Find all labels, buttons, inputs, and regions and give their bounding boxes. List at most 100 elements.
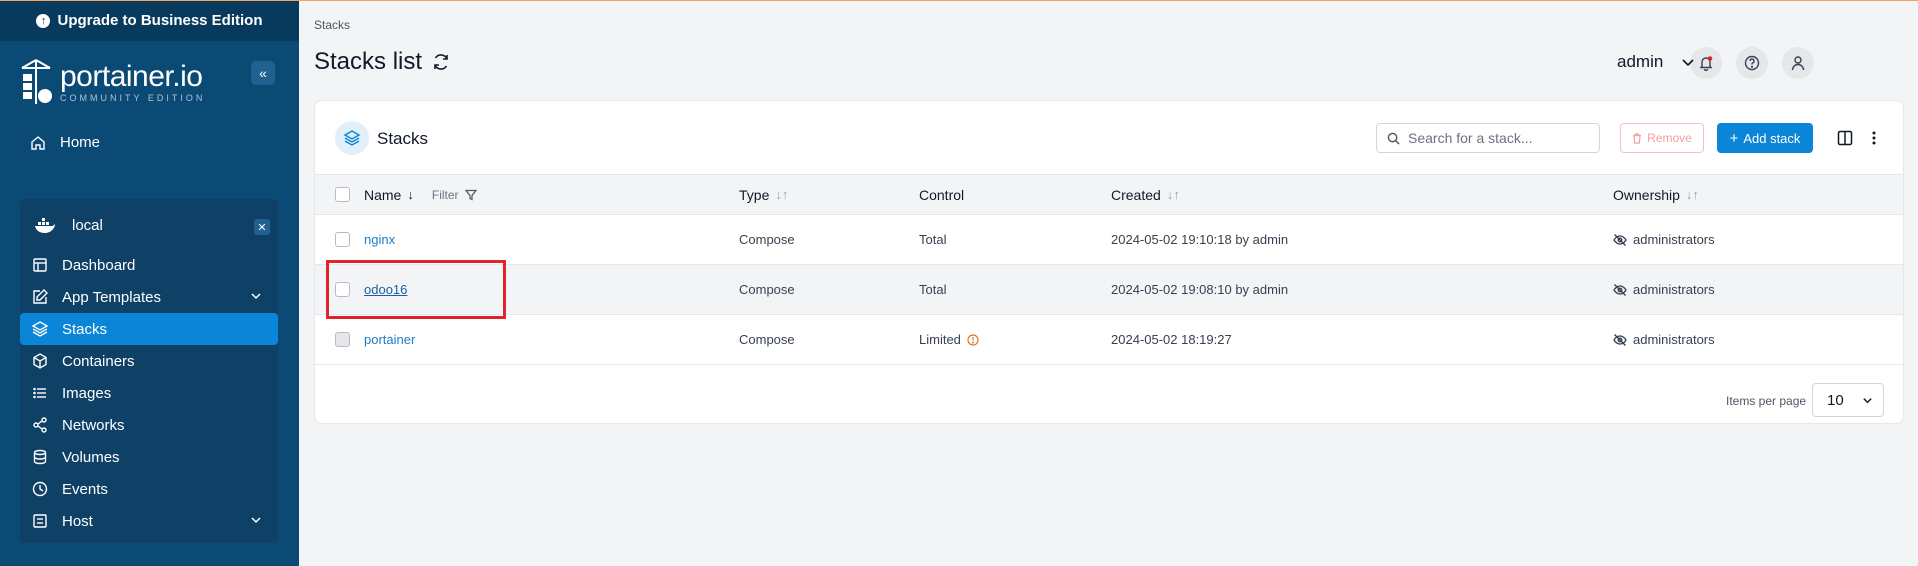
- brand-edition: COMMUNITY EDITION: [60, 92, 206, 103]
- items-per-page-select[interactable]: 10: [1812, 383, 1884, 417]
- sidebar-item-label: Volumes: [62, 448, 120, 466]
- column-created[interactable]: Created ↓↑: [1111, 175, 1180, 214]
- items-per-page-label: Items per page: [1726, 394, 1807, 408]
- list-icon: [33, 387, 46, 399]
- column-created-label: Created: [1111, 186, 1161, 203]
- alert-circle-icon: [967, 333, 979, 346]
- stack-created: 2024-05-02 19:08:10 by admin: [1111, 282, 1289, 297]
- row-checkbox[interactable]: [335, 232, 350, 247]
- docker-icon: [35, 217, 55, 233]
- stack-type: Compose: [739, 232, 795, 247]
- upgrade-label: Upgrade to Business Edition: [57, 12, 263, 29]
- sidebar-item-events[interactable]: Events: [20, 473, 278, 505]
- sidebar-item-label: Images: [62, 384, 112, 402]
- sidebar-item-containers[interactable]: Containers: [20, 345, 278, 377]
- brand-name: portainer.io: [60, 59, 203, 93]
- eye-off-icon: [1613, 233, 1627, 246]
- column-type-label: Type: [739, 186, 770, 203]
- add-stack-button[interactable]: + Add stack: [1717, 123, 1813, 153]
- sort-icon: ↓↑: [1685, 187, 1699, 202]
- search-icon: [1387, 132, 1400, 145]
- sort-icon: ↓↑: [1166, 187, 1180, 202]
- sidebar-item-images[interactable]: Images: [20, 377, 278, 409]
- sort-icon: ↓↑: [775, 187, 789, 202]
- stack-ownership: administrators: [1633, 332, 1715, 347]
- column-name-label: Name: [364, 186, 402, 203]
- more-vertical-icon[interactable]: [1871, 130, 1877, 146]
- search-input[interactable]: [1408, 130, 1588, 146]
- host-icon: [33, 514, 47, 528]
- stack-ownership: administrators: [1633, 282, 1715, 297]
- stack-ownership: administrators: [1633, 232, 1715, 247]
- row-checkbox[interactable]: [335, 332, 350, 347]
- bell-icon: [1699, 56, 1713, 71]
- close-environment-button[interactable]: ✕: [254, 219, 270, 235]
- user-icon: [1791, 56, 1805, 71]
- filter-icon[interactable]: [464, 189, 477, 201]
- chevrons-left-icon: «: [259, 65, 267, 81]
- filter-label[interactable]: Filter: [432, 188, 459, 202]
- items-per-page-value: 10: [1827, 391, 1844, 409]
- help-button[interactable]: [1736, 47, 1768, 79]
- clock-icon: [32, 481, 48, 497]
- sidebar-item-label: Containers: [62, 352, 135, 370]
- stack-name-link[interactable]: nginx: [364, 232, 395, 247]
- stack-created: 2024-05-02 18:19:27: [1111, 332, 1232, 347]
- layers-icon: [32, 321, 48, 337]
- sidebar-item-volumes[interactable]: Volumes: [20, 441, 278, 473]
- sidebar-item-home[interactable]: Home: [30, 134, 100, 151]
- table-header: Name ↓ Filter Type ↓↑ Control Created ↓↑…: [315, 175, 1903, 215]
- environment-panel: local ✕ Dashboard App Templates Stacks C…: [20, 199, 278, 543]
- sidebar-item-label: Host: [62, 512, 93, 530]
- eye-off-icon: [1613, 333, 1627, 346]
- column-ownership[interactable]: Ownership ↓↑: [1613, 175, 1699, 214]
- search-box: [1376, 123, 1600, 153]
- share-icon: [33, 417, 47, 433]
- table-row: nginx Compose Total 2024-05-02 19:10:18 …: [315, 215, 1903, 265]
- box-icon: [33, 353, 47, 369]
- chevron-down-icon: [251, 517, 261, 524]
- page-title-text: Stacks list: [314, 48, 423, 75]
- sidebar-item-host[interactable]: Host: [20, 505, 278, 537]
- select-all-checkbox[interactable]: [335, 187, 350, 202]
- stacks-card: Stacks Remove + Add stack Name ↓: [314, 100, 1904, 424]
- stack-type: Compose: [739, 332, 795, 347]
- sidebar-item-networks[interactable]: Networks: [20, 409, 278, 441]
- chevron-down-icon: [251, 293, 261, 300]
- select-all-cell: [335, 175, 350, 214]
- column-type[interactable]: Type ↓↑: [739, 175, 788, 214]
- trash-icon: [1633, 132, 1642, 144]
- user-name[interactable]: admin: [1617, 52, 1663, 72]
- column-control-label: Control: [919, 186, 965, 203]
- help-icon: [1744, 55, 1760, 71]
- collapse-sidebar-button[interactable]: «: [251, 61, 275, 85]
- highlight-box: [326, 260, 506, 319]
- eye-off-icon: [1613, 283, 1627, 296]
- home-icon: [31, 135, 45, 150]
- database-icon: [33, 449, 47, 465]
- remove-button[interactable]: Remove: [1620, 123, 1704, 153]
- column-name[interactable]: Name ↓ Filter: [364, 175, 477, 214]
- environment-nav: Dashboard App Templates Stacks Container…: [20, 249, 278, 537]
- columns-icon[interactable]: [1837, 130, 1853, 146]
- stack-type: Compose: [739, 282, 795, 297]
- breadcrumb[interactable]: Stacks: [314, 18, 350, 32]
- environment-header[interactable]: local: [34, 217, 103, 234]
- upgrade-banner[interactable]: ↑ Upgrade to Business Edition: [0, 0, 299, 41]
- sidebar-item-stacks[interactable]: Stacks: [20, 313, 278, 345]
- stack-name-link[interactable]: portainer: [364, 332, 415, 347]
- sidebar-item-dashboard[interactable]: Dashboard: [20, 249, 278, 281]
- chevron-down-icon[interactable]: [1681, 55, 1695, 69]
- sidebar-item-app-templates[interactable]: App Templates: [20, 281, 278, 313]
- sidebar-item-label: App Templates: [62, 288, 161, 306]
- refresh-icon[interactable]: [432, 53, 450, 71]
- card-title: Stacks: [377, 129, 429, 148]
- remove-label: Remove: [1647, 131, 1692, 145]
- close-icon: ✕: [257, 221, 267, 234]
- user-avatar-button[interactable]: [1782, 47, 1814, 79]
- brand-logo[interactable]: portainer.io COMMUNITY EDITION: [18, 58, 205, 106]
- stack-control: Total: [919, 282, 947, 297]
- layers-icon: [344, 130, 360, 146]
- sidebar-item-label: Events: [62, 480, 108, 498]
- portainer-logo-icon: [21, 59, 52, 104]
